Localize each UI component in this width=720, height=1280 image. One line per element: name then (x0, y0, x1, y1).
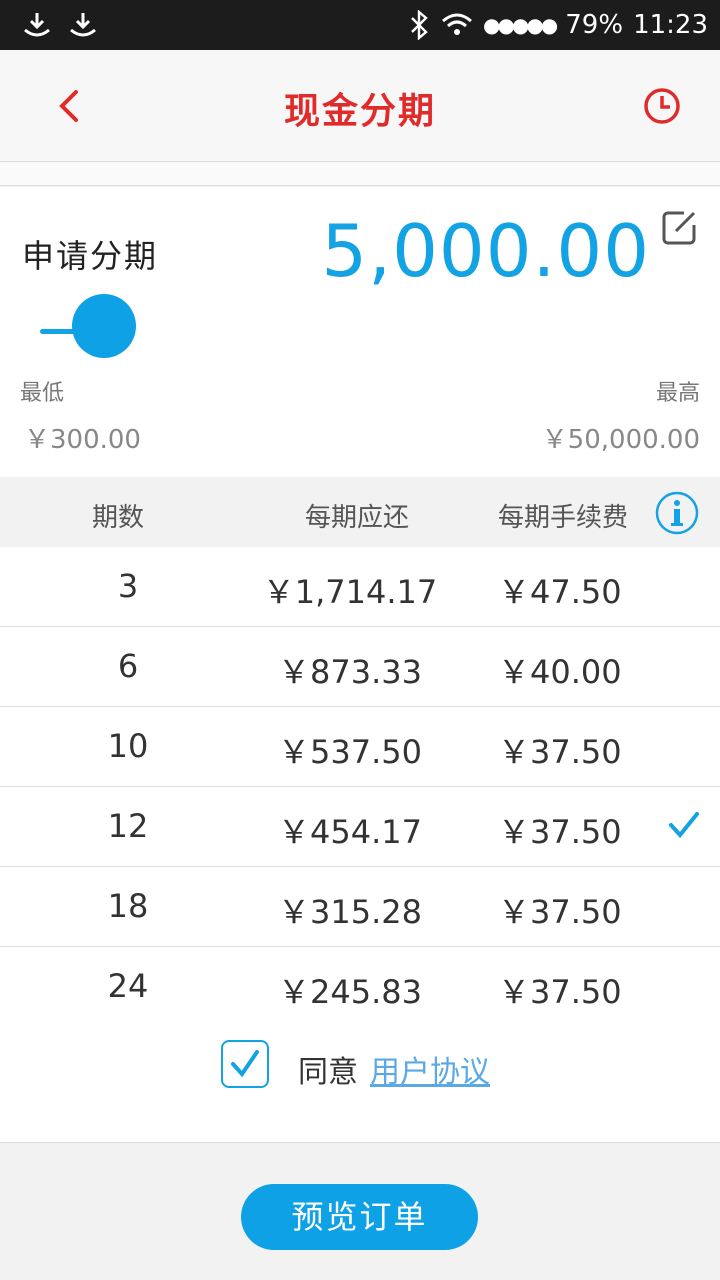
payment-cell: ￥1,714.17 (262, 573, 438, 611)
fee-cell: ￥37.50 (498, 893, 622, 931)
bluetooth-icon (411, 10, 428, 40)
column-fee: 每期手续费 (498, 503, 629, 533)
table-row[interactable]: 18 ￥315.28 ￥37.50 (0, 867, 720, 947)
download-icon (24, 13, 50, 37)
table-row[interactable]: 3 ￥1,714.17 ￥47.50 (0, 547, 720, 627)
status-bar: ●●●●● 79% 11:23 (0, 0, 720, 50)
fee-cell: ￥40.00 (498, 653, 622, 691)
max-label: 最高 (655, 381, 700, 406)
page-title: 现金分期 (283, 91, 436, 132)
table-row[interactable]: 6 ￥873.33 ￥40.00 (0, 627, 720, 707)
checkmark-icon (669, 812, 699, 839)
periods-cell: 3 (117, 567, 139, 605)
payment-cell: ￥873.33 (278, 653, 422, 691)
payment-cell: ￥537.50 (278, 733, 422, 771)
table-row[interactable]: 24 ￥245.83 ￥37.50 (0, 947, 720, 1027)
preview-order-button[interactable]: 预览订单 (241, 1184, 478, 1250)
wifi-icon (442, 13, 472, 35)
fee-cell: ￥37.50 (498, 973, 622, 1011)
payment-cell: ￥315.28 (278, 893, 422, 931)
edit-icon[interactable] (660, 207, 700, 247)
column-periods: 期数 (92, 503, 145, 533)
periods-cell: 12 (107, 807, 149, 845)
min-label: 最低 (20, 381, 65, 406)
table-row[interactable]: 10 ￥537.50 ￥37.50 (0, 707, 720, 787)
payment-cell: ￥245.83 (278, 973, 422, 1011)
amount-card: 申请分期 5,000.00 最低 最高 ￥300.00 ￥50,000.00 (0, 187, 720, 477)
download-icon (70, 13, 96, 37)
table-header: 期数 每期应还 每期手续费 (0, 477, 720, 547)
agree-checkbox[interactable] (221, 1040, 269, 1088)
nav-bar: 现金分期 (0, 50, 720, 162)
agreement-section: 同意 用户协议 (0, 1027, 720, 1143)
periods-cell: 24 (107, 967, 149, 1005)
fee-cell: ￥47.50 (498, 573, 622, 611)
amount-slider-thumb[interactable] (72, 294, 136, 358)
battery-level: 79% (565, 10, 624, 40)
user-agreement-link[interactable]: 用户协议 (370, 1047, 490, 1091)
fee-cell: ￥37.50 (498, 733, 622, 771)
checkbox-check-icon (231, 1050, 259, 1078)
installment-amount: 5,000.00 (321, 209, 650, 293)
periods-cell: 6 (117, 647, 139, 685)
info-icon[interactable] (655, 491, 699, 535)
installment-table: 3 ￥1,714.17 ￥47.50 6 ￥873.33 ￥40.00 10 ￥… (0, 547, 720, 1027)
agree-text: 同意 (298, 1055, 358, 1090)
clock-time: 11:23 (633, 10, 708, 40)
payment-cell: ￥454.17 (278, 813, 422, 851)
apply-installment-label: 申请分期 (22, 237, 159, 275)
column-payment: 每期应还 (305, 503, 410, 533)
signal-indicator: ●●●●● (483, 13, 558, 37)
min-value: ￥300.00 (24, 425, 141, 455)
fee-cell: ￥37.50 (498, 813, 622, 851)
clock-icon[interactable] (642, 86, 682, 126)
max-value: ￥50,000.00 (541, 425, 700, 455)
table-row-selected[interactable]: 12 ￥454.17 ￥37.50 (0, 787, 720, 867)
periods-cell: 10 (107, 727, 149, 765)
footer: 预览订单 (0, 1144, 720, 1280)
periods-cell: 18 (107, 887, 149, 925)
section-divider (0, 162, 720, 186)
